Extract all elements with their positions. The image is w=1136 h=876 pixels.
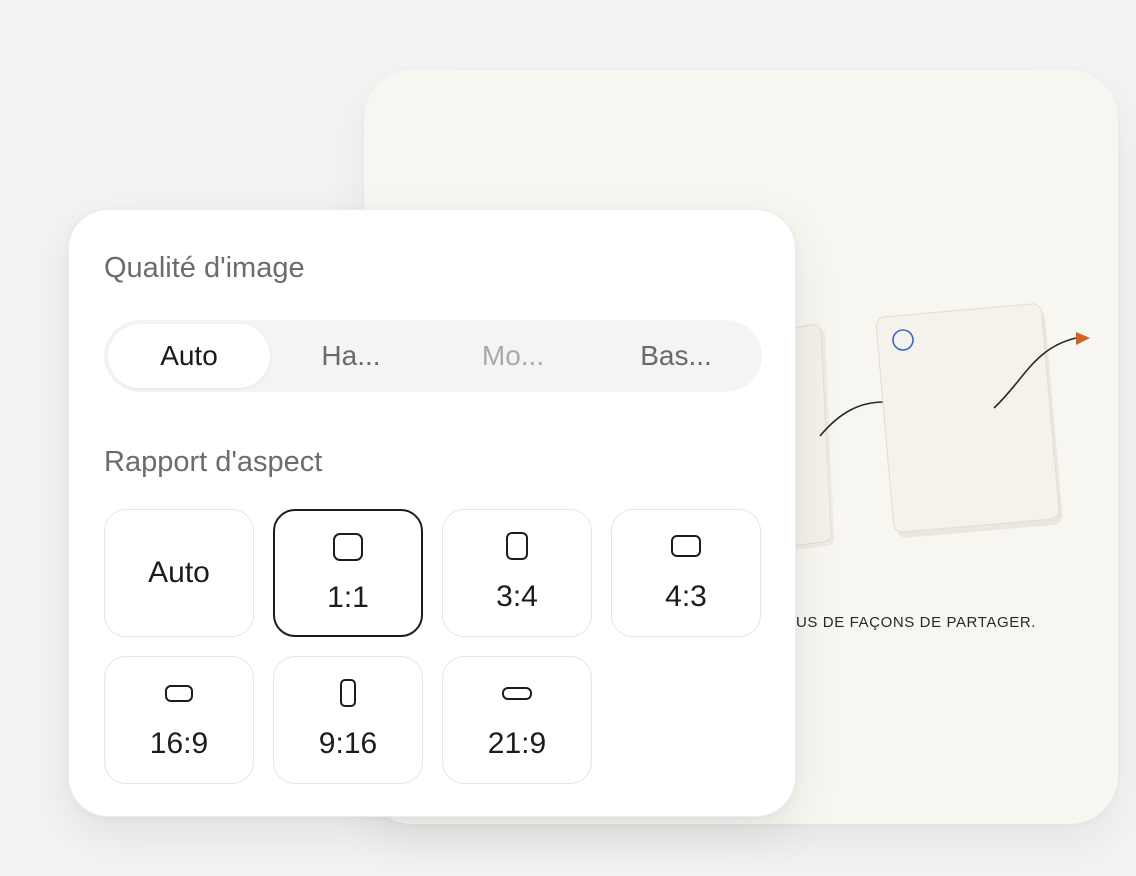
quality-section-title: Qualité d'image (104, 252, 305, 284)
aspect-option-label: 21:9 (487, 727, 547, 760)
quality-option-auto[interactable]: Auto (108, 324, 270, 388)
aspect-option-label: 9:16 (318, 727, 378, 760)
quality-segmented-control: Auto Ha... Mo... Bas... (104, 320, 762, 392)
aspect-option-21-9[interactable]: 21:9 (442, 656, 592, 784)
aspect-option-16-9[interactable]: 16:9 (104, 656, 254, 784)
portrait-ratio-icon (506, 532, 528, 560)
aspect-option-1-1[interactable]: 1:1 (273, 509, 423, 637)
aspect-section-title: Rapport d'aspect (104, 446, 323, 478)
front-sheet (875, 303, 1063, 538)
tall-portrait-ratio-icon (340, 679, 356, 707)
widescreen-ratio-icon (165, 685, 193, 702)
aspect-option-3-4[interactable]: 3:4 (442, 509, 592, 637)
aspect-option-auto[interactable]: Auto (104, 509, 254, 637)
aspect-option-label: 3:4 (496, 580, 538, 613)
quality-option-high[interactable]: Ha... (270, 324, 432, 388)
image-settings-panel: Qualité d'image Auto Ha... Mo... Bas... … (68, 209, 796, 817)
quality-option-medium[interactable]: Mo... (432, 324, 594, 388)
ultrawide-ratio-icon (502, 687, 532, 700)
arrow-head-icon (1076, 332, 1090, 345)
back-sheet (791, 324, 834, 550)
aspect-option-9-16[interactable]: 9:16 (273, 656, 423, 784)
connector-line (819, 401, 885, 437)
preview-caption: US DE FAÇONS DE PARTAGER. (796, 614, 1037, 631)
quality-option-low[interactable]: Bas... (594, 324, 758, 388)
landscape-ratio-icon (671, 535, 701, 557)
aspect-option-label: 16:9 (149, 727, 209, 760)
aspect-option-4-3[interactable]: 4:3 (611, 509, 761, 637)
square-ratio-icon (333, 533, 363, 561)
aspect-option-label: 1:1 (327, 581, 369, 614)
aspect-option-label: 4:3 (665, 580, 707, 613)
aspect-option-label: Auto (148, 556, 210, 589)
